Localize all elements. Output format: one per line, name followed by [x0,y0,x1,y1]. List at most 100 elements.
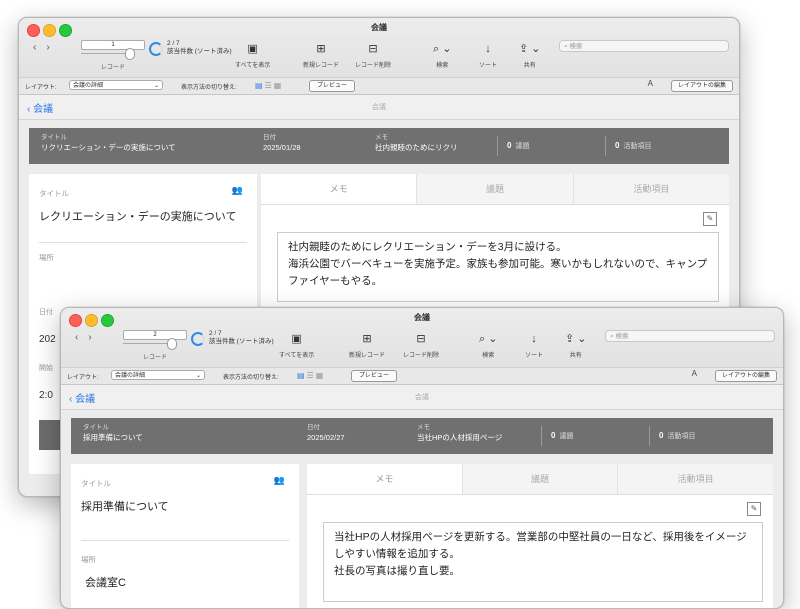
layout-bar: レイアウト: 会議の詳細 ⌄ 表示方法の切り替え: ▤☰▦ プレビュー A レイア… [19,77,739,95]
share-icon: ⇪ ⌄ [519,43,541,55]
start-label: 開始 [39,365,53,372]
search-input[interactable]: ⌕ 検索 [605,330,775,342]
summary-bar: タイトル 採用準備について 日付 2025/02/27 メモ 当社HPの人材採用ページ… [71,418,773,454]
place-label: 場所 [81,555,96,564]
prev-record-icon[interactable]: ‹ [75,332,78,346]
memo-line: 社長の写真は撮り直し要。 [334,565,460,577]
tab-bar: メモ 議題 活動項目 [307,464,773,495]
right-panel: メモ 議題 活動項目 ✎ 当社HPの人材採用ページを更新する。営業部の中堅社員の… [307,464,773,608]
find-icon: ⌕ ⌄ [479,333,498,345]
tab-actions[interactable]: 活動項目 [617,464,773,494]
title-field[interactable]: レクリエーション・デーの実施について [39,210,247,225]
text-size-icon[interactable]: A [692,369,697,378]
memo-line: 海浜公園でバーベキューを実施予定。家族も参加可能。寒いかもしれないので、キャンプ… [288,258,708,287]
summary-title: タイトル 採用準備について [83,424,143,442]
edit-layout-button[interactable]: レイアウトの編集 [670,80,733,92]
show-all-button[interactable]: ▣ すべてを表示 [279,332,314,359]
participants-icon[interactable]: 👥 [232,185,243,196]
table-view-icon[interactable]: ▦ [316,371,326,380]
list-view-icon[interactable]: ☰ [265,81,274,90]
divider [39,242,247,243]
table-view-icon[interactable]: ▦ [274,81,284,90]
record-slider-knob[interactable] [125,48,135,60]
title-label: タイトル [39,189,69,198]
record-nav: ‹ › [75,332,117,346]
tab-topics[interactable]: 議題 [416,174,572,204]
participants-icon[interactable]: 👥 [274,475,285,486]
show-all-button[interactable]: ▣ すべてを表示 [235,42,270,69]
next-record-icon[interactable]: › [46,42,49,56]
found-set-pie-icon [149,42,163,56]
layout-select[interactable]: 会議の詳細 ⌄ [111,370,205,380]
record-label: レコード [101,65,126,71]
view-switch-label: 表示方法の切り替え: [223,375,279,381]
toolbar: 会議 ‹ › 2 レコード 2 / 7 該当件数 (ソート済み) ▣ すべてを表示… [61,308,783,367]
find-button[interactable]: ⌕ ⌄ 検索 [433,42,451,69]
nav-title: 会議 [415,394,429,401]
layout-select[interactable]: 会議の詳細 ⌄ [69,80,163,90]
edit-layout-button[interactable]: レイアウトの編集 [714,370,777,382]
record-label: レコード [143,355,168,361]
summary-memo: メモ 社内親睦のためにリクリ [375,134,458,152]
memo-field[interactable]: 当社HPの人材採用ページを更新する。営業部の中堅社員の一日など、採用後をイメージ… [323,522,763,602]
prev-record-icon[interactable]: ‹ [33,42,36,56]
new-record-button[interactable]: ⊞ 新規レコード [349,332,385,359]
form-view-icon[interactable]: ▤ [255,81,265,90]
find-button[interactable]: ⌕ ⌄ 検索 [479,332,497,359]
record-number-input[interactable]: 1 [81,40,145,50]
date-field[interactable]: 202 [39,334,56,345]
record-count-note: 該当件数 (ソート済み) [209,338,274,345]
show-all-icon: ▣ [247,43,258,55]
toolbar: 会議 ‹ › 1 レコード 2 / 7 該当件数 (ソート済み) ▣ すべてを表示… [19,18,739,77]
record-count: 2 / 7 該当件数 (ソート済み) [209,330,274,346]
show-all-icon: ▣ [291,333,302,345]
start-field[interactable]: 2:0 [39,390,53,401]
layout-bar: レイアウト: 会議の詳細 ⌄ 表示方法の切り替え: ▤☰▦ プレビュー A レイア… [61,367,783,385]
tab-bar: メモ 議題 活動項目 [261,174,729,205]
preview-button[interactable]: プレビュー [309,80,356,92]
chevron-down-icon: ⌄ [153,83,159,89]
place-label: 場所 [39,253,54,262]
tab-memo[interactable]: メモ [307,464,462,494]
memo-line: 社内親睦のためにレクリエーション・デーを3月に設ける。 [288,241,567,253]
nav-title: 会議 [372,104,386,111]
record-number-input[interactable]: 2 [123,330,187,340]
tab-topics[interactable]: 議題 [461,464,618,494]
edit-icon[interactable]: ✎ [747,502,761,516]
divider [605,136,606,156]
delete-record-button[interactable]: ⊟ レコード削除 [355,42,391,69]
preview-button[interactable]: プレビュー [351,370,398,382]
place-field[interactable]: 会議室C [85,574,126,590]
nav-bar: ‹ 会議 会議 [19,95,739,120]
divider [497,136,498,156]
share-button[interactable]: ⇪ ⌄ 共有 [565,332,587,359]
found-set-pie-icon [191,332,205,346]
sort-button[interactable]: ↓ ソート [525,332,543,359]
form-view-icon[interactable]: ▤ [297,371,307,380]
title-field[interactable]: 採用準備について [81,500,289,515]
divider [541,426,542,446]
view-switcher: ▤☰▦ [255,81,283,90]
next-record-icon[interactable]: › [88,332,91,346]
delete-record-icon: ⊟ [368,43,378,55]
tab-actions[interactable]: 活動項目 [572,174,729,204]
new-record-icon: ⊞ [316,43,326,55]
window-title: 会議 [414,313,430,322]
chevron-down-icon: ⌄ [195,373,201,379]
memo-line: 当社HPの人材採用ページを更新する。営業部の中堅社員の一日など、採用後をイメージ… [334,531,747,560]
memo-field[interactable]: 社内親睦のためにレクリエーション・デーを3月に設ける。 海浜公園でバーベキューを… [277,232,719,302]
delete-record-button[interactable]: ⊟ レコード削除 [403,332,439,359]
record-slider-knob[interactable] [167,338,177,350]
new-record-icon: ⊞ [362,333,372,345]
new-record-button[interactable]: ⊞ 新規レコード [303,42,339,69]
search-input[interactable]: ⌕ 検索 [559,40,729,52]
edit-icon[interactable]: ✎ [703,212,717,226]
tab-memo[interactable]: メモ [261,174,417,204]
sort-button[interactable]: ↓ ソート [479,42,497,69]
summary-title: タイトル リクリエーション・デーの実施について [41,134,176,152]
search-icon: ⌕ [564,43,568,50]
share-button[interactable]: ⇪ ⌄ 共有 [519,42,541,69]
list-view-icon[interactable]: ☰ [307,371,316,380]
text-size-icon[interactable]: A [648,79,653,88]
summary-date: 日付 2025/02/27 [307,424,345,442]
